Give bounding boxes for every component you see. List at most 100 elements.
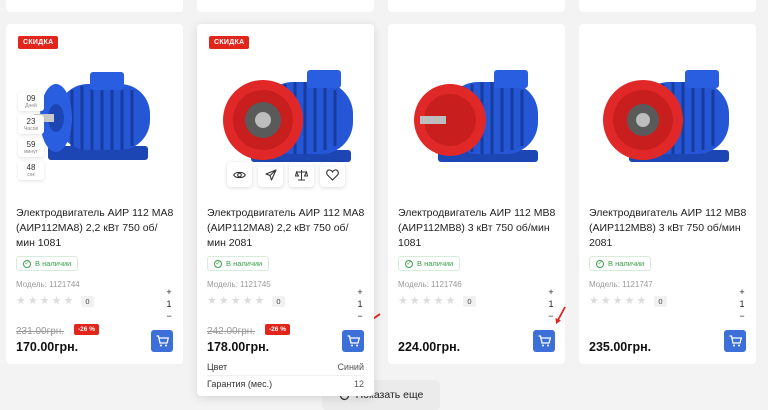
eye-icon bbox=[233, 171, 246, 178]
star-icon: ★ bbox=[433, 295, 444, 307]
product-card[interactable]: СКИДКА 09 Дней 23 Часов 59 минут 48 сек Элек… bbox=[6, 24, 183, 364]
red-flange-motor-image bbox=[414, 70, 538, 162]
product-card-hovered[interactable]: СКИДКА Электродвигатель АИР 112 МА8 (АИР… bbox=[197, 24, 374, 396]
spec-name: Гарантия (мес.) bbox=[207, 378, 273, 389]
product-model: Модель: 1121745 bbox=[207, 280, 271, 289]
spec-name: Цвет bbox=[207, 362, 228, 372]
prev-card-bottom bbox=[197, 0, 374, 12]
heart-icon bbox=[326, 168, 339, 181]
quantity-stepper[interactable]: + 1 − bbox=[161, 286, 177, 322]
stock-badge: ✓ В наличии bbox=[589, 256, 652, 271]
rating-count: 0 bbox=[272, 296, 285, 307]
countdown-timer: 09 Дней 23 Часов 59 минут 48 сек bbox=[18, 92, 44, 180]
rating-stars[interactable]: ★ ★ ★ ★ ★ 0 bbox=[207, 296, 285, 307]
star-icon: ★ bbox=[39, 295, 50, 307]
add-to-cart-button[interactable] bbox=[151, 330, 173, 352]
product-card[interactable]: Электродвигатель АИР 112 МВ8 (АИР112МВ8)… bbox=[579, 24, 756, 364]
star-icon: ★ bbox=[409, 295, 420, 307]
product-title[interactable]: Электродвигатель АИР 112 МВ8 (АИР112МВ8)… bbox=[398, 206, 558, 251]
rating-stars[interactable]: ★ ★ ★ ★ ★ 0 bbox=[16, 296, 94, 307]
star-icon: ★ bbox=[636, 295, 647, 307]
check-icon: ✓ bbox=[23, 259, 31, 268]
product-model: Модель: 1121746 bbox=[398, 280, 462, 289]
minus-button[interactable]: − bbox=[739, 310, 744, 322]
star-icon: ★ bbox=[218, 295, 229, 307]
star-icon: ★ bbox=[624, 295, 635, 307]
spec-value: 12 bbox=[353, 378, 364, 389]
price: 170.00грн. bbox=[16, 340, 79, 354]
star-icon: ★ bbox=[421, 295, 432, 307]
quantity-value: 1 bbox=[739, 299, 745, 309]
rating-stars[interactable]: ★ ★ ★ ★ ★ 0 bbox=[589, 296, 667, 307]
rating-count: 0 bbox=[463, 296, 476, 307]
rating-count: 0 bbox=[81, 296, 94, 307]
star-icon: ★ bbox=[589, 295, 599, 307]
star-icon: ★ bbox=[16, 295, 26, 307]
cart-icon bbox=[347, 335, 360, 347]
plus-button[interactable]: + bbox=[357, 286, 362, 298]
spec-row: Цвет Синий bbox=[207, 359, 364, 375]
product-image[interactable] bbox=[402, 46, 552, 196]
prev-card-bottom bbox=[6, 0, 183, 12]
cart-icon bbox=[156, 335, 169, 347]
rating-stars[interactable]: ★ ★ ★ ★ ★ 0 bbox=[398, 296, 476, 307]
share-button[interactable] bbox=[258, 162, 283, 187]
star-icon: ★ bbox=[63, 295, 74, 307]
product-model: Модель: 1121747 bbox=[589, 280, 653, 289]
compare-button[interactable] bbox=[289, 162, 314, 187]
discount-badge: -26 % bbox=[74, 324, 99, 335]
spec-row: Гарантия (мес.) 12 bbox=[207, 375, 364, 391]
stock-badge: ✓ В наличии bbox=[16, 256, 79, 271]
star-icon: ★ bbox=[230, 295, 241, 307]
product-title[interactable]: Электродвигатель АИР 112 МА8 (АИР112МА8)… bbox=[16, 206, 176, 251]
product-model: Модель: 1121744 bbox=[16, 280, 80, 289]
red-flange-motor-image bbox=[603, 70, 729, 162]
stock-badge: ✓ В наличии bbox=[398, 256, 461, 271]
wishlist-button[interactable] bbox=[320, 162, 345, 187]
star-icon: ★ bbox=[398, 295, 408, 307]
product-title[interactable]: Электродвигатель АИР 112 МА8 (АИР112МА8)… bbox=[207, 206, 367, 251]
prev-card-bottom bbox=[579, 0, 756, 12]
minus-button[interactable]: − bbox=[357, 310, 362, 322]
plus-button[interactable]: + bbox=[739, 286, 744, 298]
add-to-cart-button[interactable] bbox=[724, 330, 746, 352]
add-to-cart-button[interactable] bbox=[342, 330, 364, 352]
check-icon: ✓ bbox=[405, 259, 413, 268]
product-title[interactable]: Электродвигатель АИР 112 МВ8 (АИР112МВ8)… bbox=[589, 206, 749, 251]
quick-view-button[interactable] bbox=[227, 162, 252, 187]
discount-badge: -26 % bbox=[265, 324, 290, 335]
star-icon: ★ bbox=[600, 295, 611, 307]
add-to-cart-button[interactable] bbox=[533, 330, 555, 352]
product-card[interactable]: Электродвигатель АИР 112 МВ8 (АИР112МВ8)… bbox=[388, 24, 565, 364]
quantity-value: 1 bbox=[357, 299, 363, 309]
star-icon: ★ bbox=[242, 295, 253, 307]
price: 178.00грн. bbox=[207, 340, 270, 354]
plus-button[interactable]: + bbox=[548, 286, 553, 298]
minus-button[interactable]: − bbox=[166, 310, 171, 322]
prev-card-bottom bbox=[388, 0, 565, 12]
check-icon: ✓ bbox=[214, 259, 222, 268]
timer-hours: 23 Часов bbox=[18, 115, 44, 134]
quantity-stepper[interactable]: + 1 − bbox=[352, 286, 368, 322]
price: 235.00грн. bbox=[589, 340, 652, 354]
product-image[interactable] bbox=[593, 46, 743, 196]
send-icon bbox=[264, 168, 277, 181]
star-icon: ★ bbox=[207, 295, 217, 307]
spec-value: Синий bbox=[337, 362, 364, 372]
timer-seconds: 48 сек bbox=[18, 161, 44, 180]
check-icon: ✓ bbox=[596, 259, 604, 268]
quick-actions bbox=[227, 162, 345, 187]
old-price: 242.00грн. bbox=[207, 326, 256, 337]
timer-days: 09 Дней bbox=[18, 92, 44, 111]
price: 224.00грн. bbox=[398, 340, 461, 354]
star-icon: ★ bbox=[51, 295, 62, 307]
star-icon: ★ bbox=[612, 295, 623, 307]
quantity-value: 1 bbox=[166, 299, 172, 309]
quantity-stepper[interactable]: + 1 − bbox=[734, 286, 750, 322]
star-icon: ★ bbox=[27, 295, 38, 307]
rating-count: 0 bbox=[654, 296, 667, 307]
scales-icon bbox=[295, 169, 308, 180]
timer-minutes: 59 минут bbox=[18, 138, 44, 157]
cart-icon bbox=[729, 335, 742, 347]
plus-button[interactable]: + bbox=[166, 286, 171, 298]
